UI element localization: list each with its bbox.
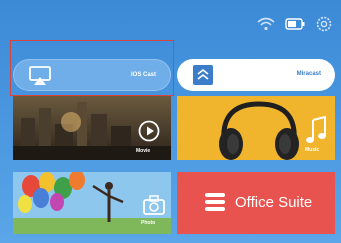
miracast-button[interactable]: Miracast bbox=[177, 59, 335, 91]
wifi-icon bbox=[257, 17, 275, 31]
miracast-icon bbox=[191, 64, 215, 86]
ios-cast-label: IOS Cast bbox=[130, 72, 156, 78]
photo-label: Photo bbox=[141, 220, 156, 226]
gear-icon[interactable] bbox=[315, 15, 333, 33]
music-tile[interactable]: Music bbox=[177, 96, 335, 160]
photo-tile[interactable]: Photo bbox=[13, 172, 171, 234]
movie-tile[interactable]: Movie bbox=[13, 96, 171, 160]
camera-icon bbox=[142, 194, 166, 216]
play-icon bbox=[138, 120, 160, 142]
miracast-label: Miracast bbox=[296, 71, 321, 77]
office-suite-tile[interactable]: Office Suite bbox=[177, 172, 335, 234]
movie-label: Movie bbox=[136, 148, 151, 154]
music-label: Music bbox=[305, 147, 320, 153]
airplay-icon bbox=[28, 65, 52, 87]
home-screen: IOS Cast Miracast Movie Music Photo Offi… bbox=[0, 0, 341, 243]
office-suite-label: Office Suite bbox=[235, 194, 313, 211]
document-stack-icon bbox=[203, 190, 227, 214]
music-note-icon bbox=[304, 115, 330, 146]
ios-cast-button[interactable]: IOS Cast bbox=[13, 59, 171, 91]
battery-icon bbox=[285, 18, 305, 30]
status-bar bbox=[257, 14, 333, 34]
